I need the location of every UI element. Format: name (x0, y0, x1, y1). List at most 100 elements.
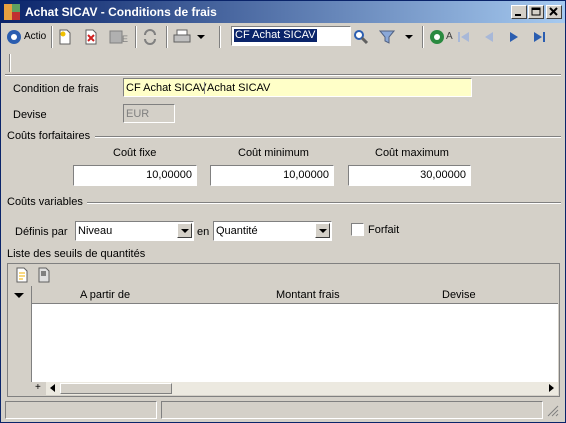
condition-name: Achat SICAV (204, 82, 270, 94)
condition-label: Condition de frais (13, 83, 99, 95)
dropdown-icon[interactable] (14, 293, 24, 299)
window: Achat SICAV - Conditions de frais Actio (0, 0, 566, 423)
toolbar-separator (51, 26, 53, 48)
group-divider (95, 136, 561, 138)
navigate-icon (430, 30, 444, 44)
action-label: Actio (24, 31, 47, 42)
definis-par-select[interactable]: Niveau (75, 221, 194, 241)
definis-par-label: Définis par (15, 226, 68, 238)
search-button[interactable] (353, 27, 371, 47)
previous-icon (485, 32, 493, 42)
navigate-label: A (446, 31, 453, 42)
toolbar-separator (135, 26, 137, 48)
column-header[interactable]: A partir de (80, 289, 130, 301)
search-value: CF Achat SICAV (234, 29, 317, 42)
delete-button[interactable] (83, 27, 101, 47)
couts-variables-title: Coûts variables (7, 196, 83, 208)
status-pane (5, 401, 157, 419)
cout-minimum-value: 10,00000 (283, 169, 329, 181)
condition-code: CF Achat SICAV (126, 82, 207, 94)
chevron-down-icon (197, 35, 205, 39)
close-button[interactable] (546, 5, 562, 19)
devise-label: Devise (13, 109, 47, 121)
resize-grip-icon[interactable] (547, 405, 559, 417)
print-button[interactable] (173, 27, 205, 47)
search-icon (354, 30, 369, 45)
cout-maximum-field[interactable]: 30,00000 (348, 165, 471, 186)
svg-text:E: E (122, 34, 128, 44)
toolbar-grip (9, 54, 11, 72)
devise-field: EUR (123, 104, 175, 123)
refresh-button[interactable] (142, 27, 160, 47)
last-record-button[interactable] (532, 27, 550, 47)
last-icon (534, 32, 545, 42)
row-selector-column (8, 286, 32, 382)
minimize-icon (515, 14, 521, 16)
window-title: Achat SICAV - Conditions de frais (25, 5, 217, 19)
column-header[interactable]: Devise (442, 289, 476, 301)
seuils-grid: A partir de Montant frais Devise + (7, 263, 560, 397)
toolbar-separator (219, 26, 221, 48)
en-label: en (197, 226, 210, 238)
forfait-label: Forfait (368, 224, 400, 236)
cout-minimum-field[interactable]: 10,00000 (210, 165, 334, 186)
divider (5, 74, 561, 76)
first-record-button[interactable] (457, 27, 473, 47)
delete-icon (85, 29, 97, 45)
action-icon (7, 30, 21, 44)
maximize-icon (531, 7, 541, 16)
definis-par-value: Niveau (78, 225, 113, 237)
couts-forfaitaires-title: Coûts forfaitaires (7, 130, 91, 142)
chevron-down-icon[interactable] (177, 223, 192, 238)
add-symbol[interactable]: + (35, 382, 41, 393)
printer-icon (173, 29, 191, 43)
scroll-left-icon[interactable] (48, 383, 58, 393)
refresh-icon (144, 29, 156, 45)
status-pane (161, 401, 543, 419)
properties-button[interactable]: E (109, 27, 131, 47)
navigate-button[interactable]: A (429, 27, 455, 47)
scroll-thumb[interactable] (60, 383, 172, 394)
grid-header: A partir de Montant frais Devise (32, 286, 558, 304)
cout-fixe-field[interactable]: 10,00000 (73, 165, 197, 186)
seuils-title: Liste des seuils de quantités (7, 248, 146, 260)
title-bar: Achat SICAV - Conditions de frais (1, 1, 565, 23)
new-button[interactable] (57, 27, 75, 47)
cout-maximum-label: Coût maximum (375, 147, 449, 159)
toolbar-separator (422, 26, 424, 48)
condition-field[interactable]: CF Achat SICAV Achat SICAV (123, 78, 472, 97)
search-input[interactable]: CF Achat SICAV (231, 26, 351, 46)
en-select[interactable]: Quantité (213, 221, 332, 241)
scroll-right-icon[interactable] (546, 383, 556, 393)
devise-value: EUR (126, 108, 150, 120)
forfait-checkbox[interactable] (351, 223, 364, 236)
maximize-button[interactable] (528, 5, 544, 19)
chevron-down-icon (405, 35, 413, 39)
action-button[interactable]: Actio (5, 27, 47, 47)
add-row-button[interactable] (14, 267, 30, 283)
en-value: Quantité (216, 225, 258, 237)
edit-row-button[interactable] (36, 267, 52, 283)
new-document-icon (59, 29, 71, 45)
previous-record-button[interactable] (482, 27, 498, 47)
toolbar: Actio E CF Achat SICAV A (1, 23, 565, 51)
group-divider (87, 202, 561, 204)
cout-maximum-value: 30,00000 (420, 169, 466, 181)
column-header[interactable]: Montant frais (276, 289, 340, 301)
cout-minimum-label: Coût minimum (238, 147, 309, 159)
filter-icon (379, 30, 395, 44)
minimize-button[interactable] (511, 5, 527, 19)
grid-body[interactable] (32, 304, 558, 382)
horizontal-scrollbar[interactable] (46, 382, 558, 395)
toolbar-separator (166, 26, 168, 48)
first-icon (458, 32, 469, 42)
app-icon (4, 4, 20, 20)
chevron-down-icon[interactable] (315, 223, 330, 238)
next-icon (510, 32, 518, 42)
new-document-icon (16, 267, 28, 283)
cout-fixe-label: Coût fixe (113, 147, 157, 159)
filter-button[interactable] (379, 27, 415, 47)
next-record-button[interactable] (507, 27, 523, 47)
properties-icon: E (109, 30, 128, 44)
status-bar (5, 401, 561, 419)
